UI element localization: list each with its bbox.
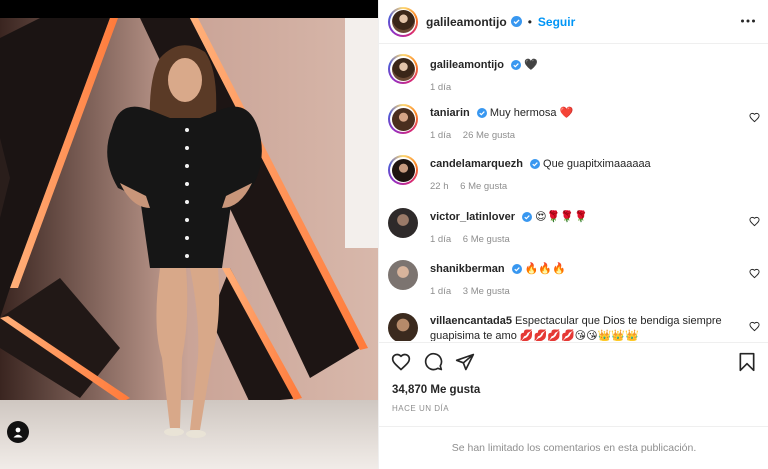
post-date: HACE UN DÍA bbox=[392, 404, 450, 413]
comment-username[interactable]: candelamarquezh bbox=[430, 158, 523, 170]
comment-time: 1 día bbox=[430, 234, 452, 245]
instagram-post: galileamontijo • Seguir galileamontijo 🖤… bbox=[0, 0, 768, 469]
comment-username[interactable]: villaencantada5 bbox=[430, 315, 512, 327]
caption-avatar[interactable] bbox=[388, 54, 418, 84]
comment-likes[interactable]: 3 Me gusta bbox=[463, 286, 510, 297]
comment-bubble-icon[interactable] bbox=[423, 352, 443, 372]
verified-badge-icon bbox=[511, 264, 522, 275]
heart-outline-icon[interactable] bbox=[749, 112, 760, 123]
verified-badge-icon bbox=[529, 159, 540, 170]
comment-time: 1 día bbox=[430, 286, 452, 297]
verified-badge-icon bbox=[476, 108, 487, 119]
comment-item: candelamarquezh Que guapitximaaaaaa 22 h… bbox=[388, 155, 760, 194]
verified-badge-icon bbox=[511, 60, 522, 71]
follow-button[interactable]: Seguir bbox=[538, 15, 575, 29]
bookmark-icon[interactable] bbox=[738, 352, 756, 372]
separator-dot: • bbox=[527, 14, 532, 29]
verified-badge-icon bbox=[522, 212, 533, 223]
action-bar bbox=[379, 342, 768, 380]
verified-badge-icon bbox=[510, 16, 522, 27]
comment-likes[interactable]: 6 Me gusta bbox=[460, 181, 507, 192]
more-dots-icon[interactable] bbox=[740, 13, 756, 29]
comments-list[interactable]: galileamontijo 🖤 1 día taniarin Muy herm… bbox=[379, 45, 768, 341]
heart-outline-icon[interactable] bbox=[749, 268, 760, 279]
comment-likes[interactable]: 6 Me gusta bbox=[463, 234, 510, 245]
comment-item: taniarin Muy hermosa ❤️ 1 día 26 Me gust… bbox=[388, 104, 760, 143]
comment-item: villaencantada5 Espectacular que Dios te… bbox=[388, 313, 760, 341]
caption-time: 1 día bbox=[430, 82, 452, 93]
comment-text: Muy hermosa ❤️ bbox=[489, 107, 574, 119]
comment-text: Que guapitximaaaaaa bbox=[543, 158, 651, 170]
comment-item: victor_latinlover 😍🌹🌹🌹 1 día 6 Me gusta bbox=[388, 208, 760, 247]
caption-text: 🖤 bbox=[524, 59, 538, 71]
user-tag-button[interactable] bbox=[7, 421, 29, 443]
paper-plane-icon[interactable] bbox=[455, 352, 475, 372]
comment-text: 😍🌹🌹🌹 bbox=[535, 211, 588, 223]
comment-avatar[interactable] bbox=[388, 208, 418, 238]
comment-avatar[interactable] bbox=[388, 104, 418, 134]
caption-username[interactable]: galileamontijo bbox=[430, 59, 504, 71]
comments-limited-notice: Se han limitado los comentarios en esta … bbox=[379, 426, 768, 469]
author-username[interactable]: galileamontijo bbox=[426, 15, 507, 29]
comment-likes[interactable]: 26 Me gusta bbox=[463, 130, 515, 141]
author-avatar[interactable] bbox=[388, 6, 418, 37]
heart-outline-icon[interactable] bbox=[749, 216, 760, 227]
comment-text: 🔥🔥🔥 bbox=[524, 263, 566, 275]
comment-username[interactable]: victor_latinlover bbox=[430, 211, 515, 223]
post-header: galileamontijo • Seguir bbox=[379, 0, 768, 44]
comment-username[interactable]: taniarin bbox=[430, 107, 470, 119]
post-side-panel: galileamontijo • Seguir galileamontijo 🖤… bbox=[378, 0, 768, 469]
comment-time: 1 día bbox=[430, 130, 452, 141]
caption: galileamontijo 🖤 1 día bbox=[388, 54, 760, 95]
heart-outline-icon[interactable] bbox=[391, 352, 411, 372]
comment-time: 22 h bbox=[430, 181, 449, 192]
person-tag-icon bbox=[13, 427, 23, 438]
comment-item: shanikberman 🔥🔥🔥 1 día 3 Me gusta bbox=[388, 260, 760, 299]
comment-avatar[interactable] bbox=[388, 155, 418, 185]
post-image bbox=[0, 18, 378, 469]
heart-outline-icon[interactable] bbox=[749, 321, 760, 332]
comment-username[interactable]: shanikberman bbox=[430, 263, 505, 275]
likes-count[interactable]: 34,870 Me gusta bbox=[392, 384, 480, 396]
post-photo[interactable] bbox=[0, 0, 378, 469]
comment-avatar[interactable] bbox=[388, 260, 418, 290]
comment-avatar[interactable] bbox=[388, 313, 418, 341]
